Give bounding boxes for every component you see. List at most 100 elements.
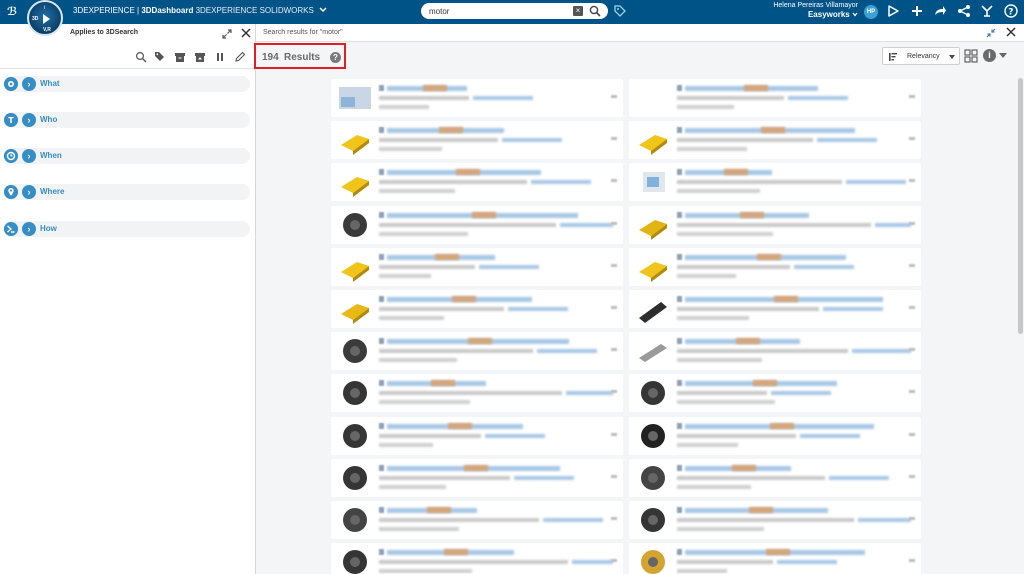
result-thumbnail[interactable] xyxy=(633,547,673,574)
expand-icon[interactable] xyxy=(222,29,232,39)
facet-where[interactable]: › Where xyxy=(4,184,250,200)
chevron-right-icon[interactable]: › xyxy=(22,222,36,236)
result-collab-space[interactable] xyxy=(543,518,603,522)
compass-icon[interactable]: i 3D V,R xyxy=(27,0,63,36)
compass-play-icon[interactable] xyxy=(886,4,900,18)
more-options-icon[interactable] xyxy=(611,348,617,352)
close-icon[interactable] xyxy=(241,28,251,38)
more-options-icon[interactable] xyxy=(909,306,915,309)
result-thumbnail[interactable] xyxy=(335,547,375,574)
result-card[interactable] xyxy=(629,121,921,160)
result-card[interactable] xyxy=(331,374,623,413)
result-thumbnail[interactable] xyxy=(335,83,375,113)
result-collab-space[interactable] xyxy=(566,391,613,396)
result-collab-space[interactable] xyxy=(572,560,613,565)
result-thumbnail[interactable] xyxy=(335,252,375,282)
result-thumbnail[interactable] xyxy=(633,210,673,240)
user-menu[interactable]: Helena Pereiras Villamayor Easyworks xyxy=(762,2,858,19)
more-options-icon[interactable] xyxy=(909,348,915,352)
clear-search-icon[interactable]: × xyxy=(573,6,583,16)
result-thumbnail[interactable] xyxy=(633,378,673,408)
result-thumbnail[interactable] xyxy=(633,125,673,156)
facet-what[interactable]: › What xyxy=(4,76,250,92)
share-arrow-icon[interactable] xyxy=(933,4,947,18)
result-card[interactable] xyxy=(629,501,921,539)
result-thumbnail[interactable] xyxy=(335,336,375,366)
result-card[interactable] xyxy=(331,543,623,574)
result-collab-space[interactable] xyxy=(800,433,860,438)
chevron-right-icon[interactable]: › xyxy=(22,149,36,163)
result-thumbnail[interactable] xyxy=(633,294,673,324)
result-collab-space[interactable] xyxy=(823,307,883,311)
info-icon[interactable]: i xyxy=(983,49,996,62)
search-icon[interactable] xyxy=(589,5,601,17)
facet-how[interactable]: › How xyxy=(4,221,250,237)
more-options-icon[interactable] xyxy=(909,221,915,225)
result-card[interactable] xyxy=(629,458,921,497)
result-thumbnail[interactable] xyxy=(335,463,375,493)
result-collab-space[interactable] xyxy=(794,264,854,269)
result-collab-space[interactable] xyxy=(817,138,877,143)
more-options-icon[interactable] xyxy=(909,179,915,183)
chevron-down-icon[interactable] xyxy=(319,7,327,13)
chevron-right-icon[interactable]: › xyxy=(22,185,36,199)
more-options-icon[interactable] xyxy=(611,95,617,98)
result-card[interactable] xyxy=(629,416,921,455)
result-collab-space[interactable] xyxy=(777,560,837,565)
more-options-icon[interactable] xyxy=(909,137,915,141)
result-collab-space[interactable] xyxy=(531,180,591,185)
result-thumbnail[interactable] xyxy=(335,167,375,198)
more-options-icon[interactable] xyxy=(611,559,617,563)
apps-icon[interactable] xyxy=(980,4,994,18)
app-brand-title[interactable]: 3DEXPERIENCE | 3DDashboard 3DEXPERIENCE … xyxy=(73,6,327,15)
result-thumbnail[interactable] xyxy=(335,421,375,451)
more-options-icon[interactable] xyxy=(611,474,617,478)
result-collab-space[interactable] xyxy=(502,138,562,143)
result-collab-space[interactable] xyxy=(771,391,831,396)
unarchive-icon[interactable] xyxy=(194,51,206,63)
result-collab-space[interactable] xyxy=(485,433,545,438)
more-options-icon[interactable] xyxy=(611,137,617,141)
result-collab-space[interactable] xyxy=(852,349,911,354)
help-icon[interactable]: ? xyxy=(1004,4,1018,18)
result-card[interactable] xyxy=(629,290,921,328)
more-options-icon[interactable] xyxy=(909,559,915,563)
result-card[interactable] xyxy=(629,79,921,117)
more-options-icon[interactable] xyxy=(611,306,617,309)
chevron-right-icon[interactable]: › xyxy=(22,113,36,127)
search-icon[interactable] xyxy=(135,51,147,63)
chevron-down-icon[interactable] xyxy=(999,53,1007,58)
pause-icon[interactable] xyxy=(214,51,226,63)
result-thumbnail[interactable] xyxy=(633,336,673,366)
result-collab-space[interactable] xyxy=(829,475,889,480)
result-thumbnail[interactable] xyxy=(335,125,375,156)
more-options-icon[interactable] xyxy=(611,432,617,436)
help-icon[interactable]: ? xyxy=(330,52,341,63)
tag-icon[interactable] xyxy=(154,51,166,63)
result-collab-space[interactable] xyxy=(473,96,533,100)
facet-who[interactable]: T › Who xyxy=(4,112,250,128)
result-thumbnail[interactable] xyxy=(335,210,375,240)
result-card[interactable] xyxy=(331,416,623,455)
result-card[interactable] xyxy=(331,79,623,117)
archive-icon[interactable] xyxy=(174,51,186,63)
result-thumbnail[interactable] xyxy=(633,167,673,197)
sort-select[interactable]: Relevancy xyxy=(882,47,960,65)
edit-pencil-icon[interactable] xyxy=(234,51,246,63)
more-options-icon[interactable] xyxy=(909,390,915,394)
result-thumbnail[interactable] xyxy=(335,505,375,535)
result-collab-space[interactable] xyxy=(788,96,848,100)
share-network-icon[interactable] xyxy=(957,4,971,18)
more-options-icon[interactable] xyxy=(611,390,617,394)
grid-view-icon[interactable] xyxy=(964,49,978,63)
result-collab-space[interactable] xyxy=(875,222,911,227)
result-card[interactable] xyxy=(331,205,623,244)
more-options-icon[interactable] xyxy=(611,517,617,520)
result-thumbnail[interactable] xyxy=(633,83,673,113)
more-options-icon[interactable] xyxy=(909,95,915,98)
search-input[interactable] xyxy=(429,5,569,17)
result-thumbnail[interactable] xyxy=(633,421,673,451)
result-collab-space[interactable] xyxy=(560,222,613,227)
result-thumbnail[interactable] xyxy=(335,294,375,324)
result-collab-space[interactable] xyxy=(508,307,568,311)
